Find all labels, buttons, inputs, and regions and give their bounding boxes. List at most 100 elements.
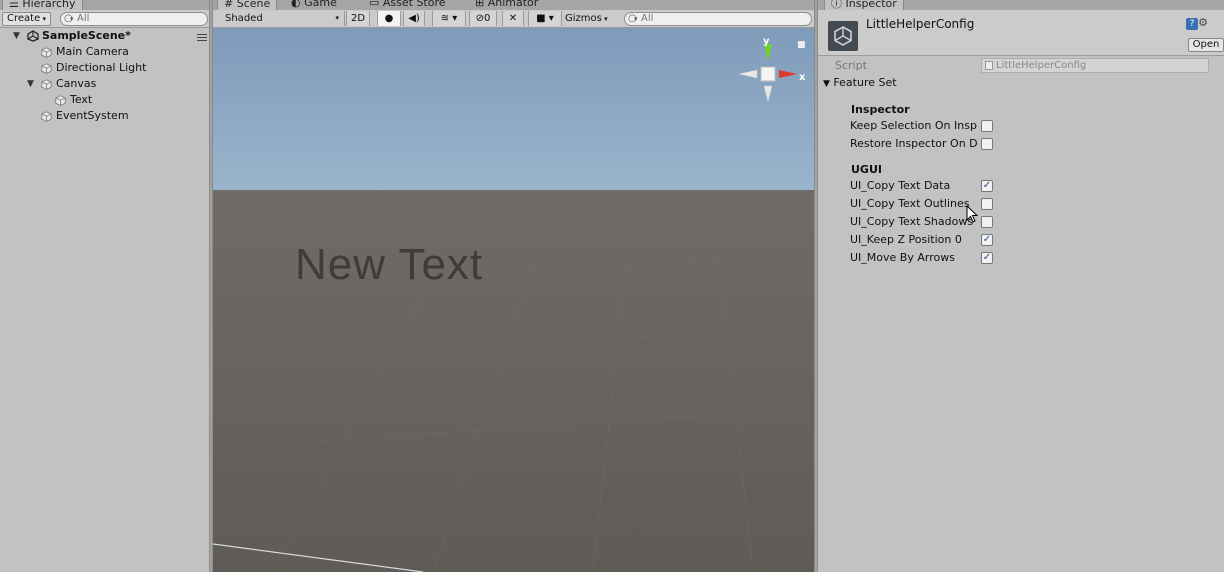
- gizmo-axis-y-label: y: [763, 36, 770, 47]
- gizmos-dropdown[interactable]: Gizmos ▾: [565, 11, 619, 26]
- dropdown-arrow-icon: ▾: [601, 15, 608, 23]
- prop-label: Restore Inspector On D: [850, 137, 978, 150]
- gameobject-cube-icon: [41, 63, 52, 74]
- dropdown-arrow-icon: ▾: [335, 14, 339, 22]
- lock-icon[interactable]: ■: [797, 40, 806, 50]
- hierarchy-icon: ☰: [9, 0, 23, 10]
- unity-scene-icon: [27, 30, 39, 42]
- create-button[interactable]: Create ▾: [2, 12, 51, 26]
- lighting-toggle-button[interactable]: ●: [377, 11, 401, 26]
- inspector-tab-bar: ⓘ Inspector: [818, 0, 1224, 10]
- scene-toolbar: Shaded ▾ 2D ● ◀) ≋ ▾ ⊘0 ✕ ■ ▾ Gizmos ▾ ○…: [213, 10, 814, 28]
- prop-label: UI_Move By Arrows: [850, 251, 955, 264]
- hierarchy-item-label: EventSystem: [56, 109, 129, 122]
- hierarchy-item-label: Directional Light: [56, 61, 147, 74]
- audio-toggle-button[interactable]: ◀): [403, 11, 425, 26]
- hierarchy-item-directional-light[interactable]: Directional Light: [0, 60, 209, 76]
- hierarchy-item-eventsystem[interactable]: EventSystem: [0, 108, 209, 124]
- scriptable-object-icon: [828, 21, 858, 51]
- axis-neg-x-cone-icon[interactable]: [738, 69, 758, 79]
- chevron-down-icon: ▾: [70, 15, 74, 23]
- move-by-arrows-checkbox[interactable]: ✓: [981, 252, 993, 264]
- gameobject-cube-icon: [41, 111, 52, 122]
- scene-panel: # Scene ◐ Game ▭ Asset Store ⊞ Animator …: [212, 0, 815, 572]
- script-object-field[interactable]: LittleHelperConfig: [981, 58, 1209, 73]
- copy-text-outlines-checkbox[interactable]: [981, 198, 993, 210]
- section-title-inspector: Inspector: [851, 103, 910, 116]
- hierarchy-panel: ☰ Hierarchy Create ▾ ○ ▾ All ▼ SampleSce…: [0, 0, 210, 572]
- tab-asset-store[interactable]: ▭ Asset Store: [363, 0, 452, 10]
- hierarchy-item-canvas[interactable]: ▼ Canvas: [0, 76, 209, 92]
- tab-animator[interactable]: ⊞ Animator: [469, 0, 544, 10]
- info-icon: ⓘ: [831, 0, 846, 10]
- hidden-objects-toggle[interactable]: ⊘0: [469, 11, 497, 26]
- layers-icon: ≋ ▾: [440, 13, 458, 24]
- scene-search-input[interactable]: ○ ▾ All: [624, 12, 812, 26]
- hierarchy-item-label: Text: [70, 93, 93, 106]
- script-file-icon: [985, 61, 993, 70]
- help-book-icon[interactable]: ?: [1186, 18, 1198, 30]
- axis-neg-y-cone-icon[interactable]: [763, 85, 773, 103]
- hierarchy-toolbar: Create ▾ ○ ▾ All: [0, 10, 209, 28]
- checkmark-icon: ✓: [982, 234, 992, 245]
- hierarchy-item-text[interactable]: Text: [0, 92, 209, 108]
- keep-z-position-checkbox[interactable]: ✓: [981, 234, 993, 246]
- tab-inspector[interactable]: ⓘ Inspector: [824, 0, 904, 10]
- axis-x-cone-icon[interactable]: [779, 70, 797, 78]
- scene-name: SampleScene*: [42, 29, 131, 42]
- prop-label: UI_Keep Z Position 0: [850, 233, 962, 246]
- gear-icon[interactable]: ⚙: [1198, 16, 1208, 29]
- hierarchy-item-label: Canvas: [56, 77, 97, 90]
- scene-row[interactable]: ▼ SampleScene*: [0, 28, 209, 44]
- speaker-icon: ◀): [408, 13, 420, 24]
- scene-tools-button[interactable]: ✕: [502, 11, 524, 26]
- prop-label: UI_Copy Text Data: [850, 179, 951, 192]
- asset-name: LittleHelperConfig: [866, 17, 975, 31]
- scene-text-object[interactable]: New Text: [295, 240, 483, 290]
- toolbar-divider: [344, 11, 345, 26]
- asset-store-icon: ▭: [369, 0, 383, 9]
- game-icon: ◐: [291, 0, 305, 9]
- hierarchy-tab-bar: ☰ Hierarchy: [0, 0, 209, 10]
- script-label: Script: [835, 59, 867, 72]
- gameobject-cube-icon: [55, 95, 66, 106]
- gizmo-center-cube-icon[interactable]: [760, 66, 776, 82]
- camera-settings-dropdown[interactable]: ■ ▾: [528, 11, 562, 26]
- scene-grid: [213, 203, 814, 572]
- effects-dropdown[interactable]: ≋ ▾: [432, 11, 466, 26]
- dropdown-arrow-icon: ▾: [40, 15, 46, 23]
- copy-text-shadows-checkbox[interactable]: [981, 216, 993, 228]
- tab-game[interactable]: ◐ Game: [285, 0, 343, 10]
- prop-label: Keep Selection On Insp: [850, 119, 977, 132]
- toggle-2d-button[interactable]: 2D: [346, 11, 370, 26]
- copy-text-data-checkbox[interactable]: ✓: [981, 180, 993, 192]
- restore-inspector-checkbox[interactable]: [981, 138, 993, 150]
- tools-icon: ✕: [508, 13, 518, 24]
- tab-hierarchy[interactable]: ☰ Hierarchy: [2, 0, 83, 10]
- keep-selection-checkbox[interactable]: [981, 120, 993, 132]
- gameobject-cube-icon: [41, 47, 52, 58]
- feature-set-foldout[interactable]: ▼ Feature Set: [823, 76, 897, 89]
- animator-icon: ⊞: [475, 0, 488, 9]
- foldout-open-icon: ▼: [13, 31, 20, 41]
- scene-tab-bar: # Scene ◐ Game ▭ Asset Store ⊞ Animator: [213, 0, 814, 10]
- mouse-cursor-icon: [966, 205, 978, 223]
- scene-viewport[interactable]: New Text y x ■: [213, 28, 814, 572]
- section-title-ugui: UGUI: [851, 163, 882, 176]
- tab-scene[interactable]: # Scene: [217, 0, 278, 10]
- hierarchy-item-label: Main Camera: [56, 45, 129, 58]
- inspector-panel: ⓘ Inspector LittleHelperConfig ? ⚙ Open …: [817, 0, 1224, 572]
- inspector-header: LittleHelperConfig ? ⚙ Open: [818, 10, 1224, 56]
- hierarchy-search-input[interactable]: ○ ▾ All: [60, 12, 208, 26]
- open-button[interactable]: Open: [1188, 38, 1224, 52]
- checkmark-icon: ✓: [982, 252, 992, 263]
- eye-slash-icon: ⊘: [475, 13, 484, 24]
- foldout-open-icon[interactable]: ▼: [27, 76, 34, 92]
- gizmo-axis-x-label: x: [799, 72, 806, 83]
- shading-mode-dropdown[interactable]: Shaded ▾: [225, 11, 339, 26]
- scene-menu-icon[interactable]: [197, 32, 207, 43]
- camera-icon: ■ ▾: [536, 13, 554, 24]
- light-bulb-icon: ●: [384, 13, 394, 24]
- hierarchy-item-main-camera[interactable]: Main Camera: [0, 44, 209, 60]
- gameobject-cube-icon: [41, 79, 52, 90]
